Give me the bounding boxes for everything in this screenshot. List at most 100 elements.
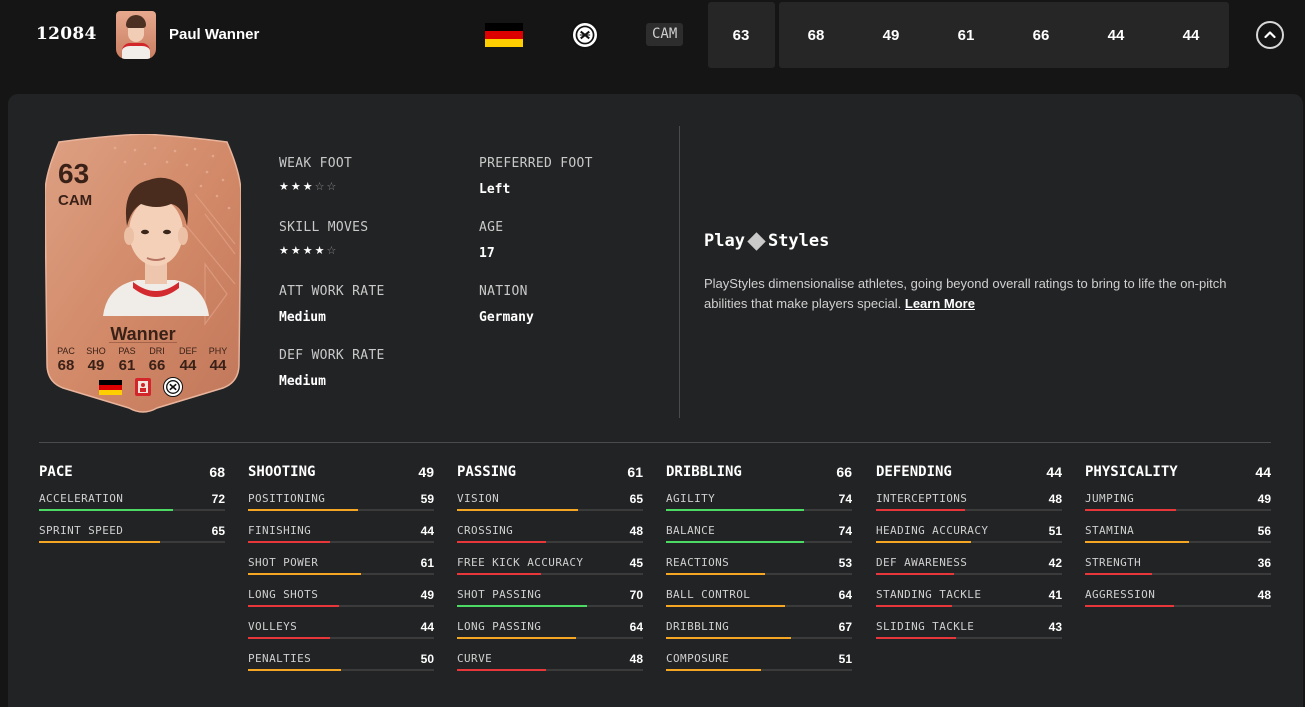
stat-pace: 68 [807, 27, 825, 44]
attribute-row-balance: BALANCE 74 [666, 514, 852, 546]
attribute-value: 67 [838, 620, 852, 634]
star-icon: ★ [279, 245, 291, 257]
attribute-bar-track [248, 509, 434, 511]
playstyles-title-right: Styles [767, 231, 830, 251]
attribute-name: SHOT POWER [248, 556, 319, 569]
player-card: 63 CAM Wanner PAC 68 SHO 49 PAS 61 DRI 6… [45, 134, 241, 416]
attribute-name: DEF AWARENESS [876, 556, 968, 569]
attribute-row-acceleration: ACCELERATION 72 [39, 482, 225, 514]
attribute-value: 61 [420, 556, 434, 570]
attribute-bar-fill [666, 637, 791, 639]
star-icon: ★ [302, 181, 315, 193]
attribute-row-shot-passing: SHOT PASSING 70 [457, 578, 643, 610]
attribute-bar-track [876, 541, 1062, 543]
attribute-bar-track [457, 573, 643, 575]
attribute-name: PENALTIES [248, 652, 312, 665]
attribute-name: CROSSING [457, 524, 514, 537]
attribute-name: STAMINA [1085, 524, 1135, 537]
attribute-bar-track [1085, 605, 1271, 607]
attribute-group-passing: PASSING 61 VISION 65 CROSSING 48 FREE KICK ACC… [457, 464, 643, 674]
attribute-bar-fill [1085, 573, 1152, 575]
preferred-foot-value: Left [479, 182, 511, 197]
bundesliga-logo-icon [135, 378, 151, 396]
attribute-bar-track [666, 541, 852, 543]
attribute-bar-track [666, 637, 852, 639]
stat-dribbling: 66 [1032, 27, 1050, 44]
attribute-bar-track [248, 541, 434, 543]
attribute-name: JUMPING [1085, 492, 1135, 505]
attribute-bar-track [248, 573, 434, 575]
age-value: 17 [479, 246, 495, 261]
attribute-row-positioning: POSITIONING 59 [248, 482, 434, 514]
horizontal-divider [39, 442, 1271, 443]
playstyles-title: Play Styles [704, 231, 829, 251]
attribute-value: 50 [420, 652, 434, 666]
weak-foot-label: WEAK FOOT [279, 156, 353, 171]
attribute-row-composure: COMPOSURE 51 [666, 642, 852, 674]
attribute-bar-fill [457, 541, 547, 543]
attribute-row-volleys: VOLLEYS 44 [248, 610, 434, 642]
attribute-bar-fill [666, 605, 786, 607]
attribute-value: 41 [1048, 588, 1062, 602]
attribute-value: 49 [1257, 492, 1271, 506]
def-work-rate-value: Medium [279, 374, 326, 389]
attribute-name: SHOT PASSING [457, 588, 542, 601]
attribute-bar-track [666, 573, 852, 575]
attribute-bar-track [876, 637, 1062, 639]
skill-moves-label: SKILL MOVES [279, 220, 369, 235]
attribute-bar-fill [666, 669, 761, 671]
card-stat-label: PAS [118, 346, 136, 356]
attribute-row-sliding-tackle: SLIDING TACKLE 43 [876, 610, 1062, 642]
attribute-bar-track [39, 509, 225, 511]
card-divider [109, 342, 177, 343]
attribute-bar-fill [457, 637, 577, 639]
attribute-bar-fill [457, 669, 547, 671]
attribute-value: 74 [838, 492, 852, 506]
attribute-value: 48 [1257, 588, 1271, 602]
player-portrait [103, 177, 209, 316]
attribute-value: 51 [838, 652, 852, 666]
attribute-row-jumping: JUMPING 49 [1085, 482, 1271, 514]
attribute-row-penalties: PENALTIES 50 [248, 642, 434, 674]
playstyles-description: PlayStyles dimensionalise athletes, goin… [704, 274, 1272, 314]
collapse-button[interactable] [1256, 21, 1284, 49]
learn-more-link[interactable]: Learn More [905, 296, 975, 311]
attribute-name: DRIBBLING [666, 620, 730, 633]
playstyles-diamond-icon [747, 231, 766, 251]
attribute-row-reactions: REACTIONS 53 [666, 546, 852, 578]
attribute-bar-fill [1085, 509, 1177, 511]
attribute-row-stamina: STAMINA 56 [1085, 514, 1271, 546]
attribute-group-header: DEFENDING 44 [876, 464, 1062, 482]
germany-flag-icon [485, 23, 523, 47]
attribute-group-header: PACE 68 [39, 464, 225, 482]
attribute-row-crossing: CROSSING 48 [457, 514, 643, 546]
attribute-bar-track [457, 509, 643, 511]
att-work-rate-label: ATT WORK RATE [279, 284, 385, 299]
player-name[interactable]: Paul Wanner [169, 26, 259, 43]
attribute-row-shot-power: SHOT POWER 61 [248, 546, 434, 578]
attribute-bar-track [1085, 573, 1271, 575]
attribute-name: FREE KICK ACCURACY [457, 556, 584, 569]
attribute-bar-fill [666, 509, 804, 511]
attribute-group-value: 68 [209, 464, 225, 480]
star-icon: ★ [290, 245, 303, 257]
attribute-bar-fill [666, 573, 765, 575]
attribute-row-free-kick-accuracy: FREE KICK ACCURACY 45 [457, 546, 643, 578]
attribute-value: 70 [629, 588, 643, 602]
attribute-bar-track [248, 669, 434, 671]
attribute-value: 56 [1257, 524, 1271, 538]
attribute-bar-fill [39, 509, 173, 511]
player-row[interactable]: 12084 Paul Wanner CAM 63 68 49 61 66 44 … [0, 0, 1305, 72]
card-stat-label: PAC [57, 346, 75, 356]
attribute-bar-track [248, 605, 434, 607]
attribute-bar-fill [457, 573, 541, 575]
attribute-group-name: DEFENDING [876, 464, 952, 480]
attribute-value: 42 [1048, 556, 1062, 570]
attribute-value: 49 [420, 588, 434, 602]
stat-physicality: 44 [1182, 27, 1200, 44]
skill-moves-stars: ★★★★☆ [279, 244, 338, 257]
attribute-name: REACTIONS [666, 556, 730, 569]
attribute-name: AGILITY [666, 492, 716, 505]
attribute-group-header: DRIBBLING 66 [666, 464, 852, 482]
attribute-value: 65 [629, 492, 643, 506]
